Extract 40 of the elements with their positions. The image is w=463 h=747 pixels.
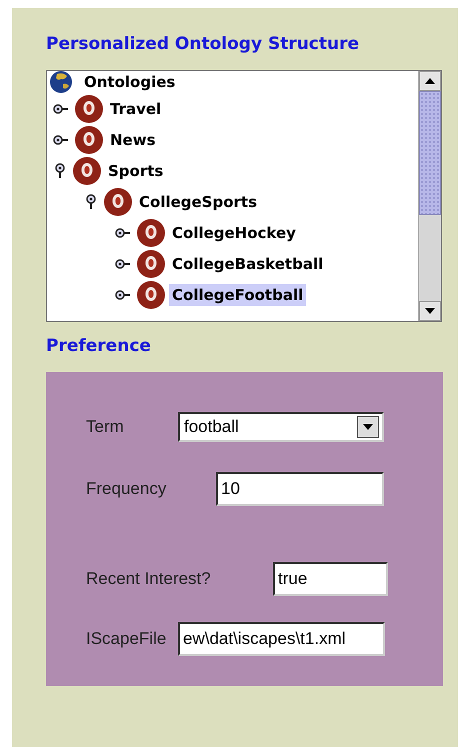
expanded-handle-icon[interactable]: [84, 194, 98, 210]
ring-icon: [136, 248, 166, 278]
collapsed-handle-icon[interactable]: [115, 258, 131, 270]
scrollbar[interactable]: [418, 71, 441, 321]
collapsed-handle-icon[interactable]: [115, 226, 131, 238]
section-title: Preference: [46, 336, 152, 358]
ring-icon: [136, 280, 166, 310]
scroll-up-button[interactable]: [419, 71, 441, 91]
ring-icon: [74, 124, 104, 154]
caret-icon: [363, 424, 373, 430]
input-field[interactable]: true: [273, 562, 388, 596]
tree-item[interactable]: Sports: [105, 160, 166, 182]
field-label: Recent Interest?: [86, 569, 212, 589]
down-arrow-icon: [425, 308, 435, 314]
ring-icon: [136, 218, 166, 248]
globe-icon: [49, 71, 73, 94]
input-field[interactable]: ew\dat\iscapes\t1.xml: [178, 622, 385, 656]
tree-item[interactable]: News: [107, 128, 159, 150]
collapsed-handle-icon[interactable]: [53, 134, 69, 146]
tree-item[interactable]: Ontologies: [81, 71, 178, 93]
tree-item[interactable]: CollegeBasketball: [169, 252, 326, 274]
collapsed-handle-icon[interactable]: [53, 102, 69, 114]
field-label: IScapeFile: [86, 629, 168, 649]
field-label: Frequency: [86, 479, 168, 499]
up-arrow-icon: [425, 78, 435, 84]
ring-icon: [72, 156, 102, 186]
tree-item[interactable]: Travel: [107, 98, 164, 120]
section-title: Personalized Ontology Structure: [46, 34, 360, 56]
expanded-handle-icon[interactable]: [53, 162, 67, 178]
scroll-down-button[interactable]: [419, 301, 441, 321]
tree-item[interactable]: CollegeFootball: [169, 284, 306, 306]
tree-item[interactable]: CollegeHockey: [169, 222, 299, 244]
tree-item[interactable]: CollegeSports: [136, 190, 260, 212]
ring-icon: [103, 186, 133, 216]
input-field[interactable]: 10: [216, 472, 384, 506]
field-label: Term: [86, 417, 125, 437]
term-dropdown[interactable]: football: [178, 412, 384, 442]
collapsed-handle-icon[interactable]: [115, 288, 131, 300]
ring-icon: [74, 94, 104, 124]
scroll-thumb[interactable]: [419, 91, 441, 215]
